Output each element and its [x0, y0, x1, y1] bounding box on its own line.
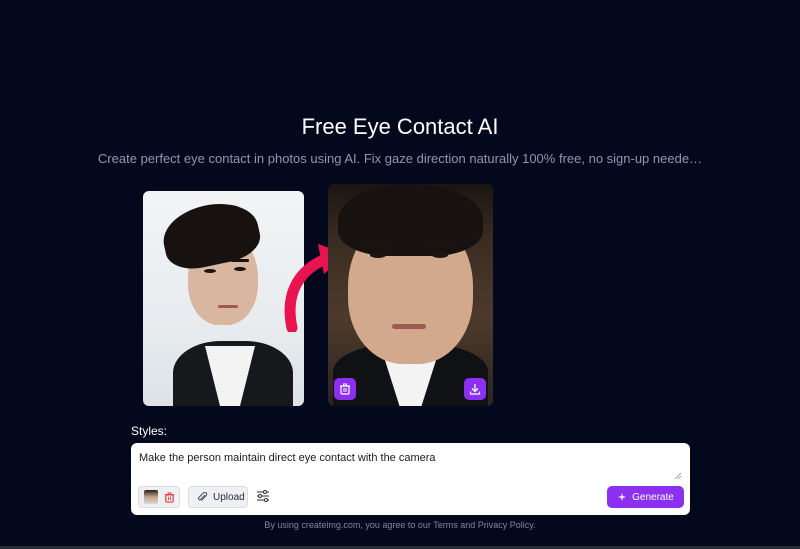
- attached-image-chip: [138, 486, 180, 508]
- prompt-panel: Make the person maintain direct eye cont…: [131, 443, 690, 515]
- trash-icon: [164, 491, 174, 503]
- generate-label: Generate: [632, 491, 674, 503]
- page-subtitle: Create perfect eye contact in photos usi…: [97, 151, 703, 166]
- styles-label: Styles:: [131, 424, 168, 438]
- upload-label: Upload: [213, 491, 245, 503]
- remove-attachment-button[interactable]: [162, 490, 176, 504]
- page-title: Free Eye Contact AI: [301, 114, 499, 139]
- sliders-icon[interactable]: [256, 489, 270, 503]
- original-photo: [143, 191, 304, 406]
- delete-result-button[interactable]: [334, 378, 356, 400]
- resize-grip-icon[interactable]: [674, 472, 682, 480]
- terms-suffix: .: [533, 520, 536, 530]
- upload-button[interactable]: Upload: [188, 486, 248, 508]
- download-result-button[interactable]: [464, 378, 486, 400]
- terms-notice: By using createimg.com, you agree to our…: [0, 520, 800, 530]
- attached-image-thumbnail: [144, 490, 158, 504]
- paperclip-icon: [197, 491, 208, 501]
- sparkle-icon: [617, 492, 627, 502]
- privacy-policy-link[interactable]: Privacy Policy: [478, 520, 533, 530]
- trash-icon: [340, 383, 350, 395]
- terms-link[interactable]: Terms: [433, 520, 458, 530]
- download-icon: [469, 384, 481, 395]
- terms-prefix: By using createimg.com, you agree to our: [264, 520, 434, 530]
- generate-button[interactable]: Generate: [607, 486, 684, 508]
- result-photo: [328, 184, 493, 406]
- prompt-input[interactable]: Make the person maintain direct eye cont…: [139, 452, 679, 480]
- terms-and: and: [457, 520, 478, 530]
